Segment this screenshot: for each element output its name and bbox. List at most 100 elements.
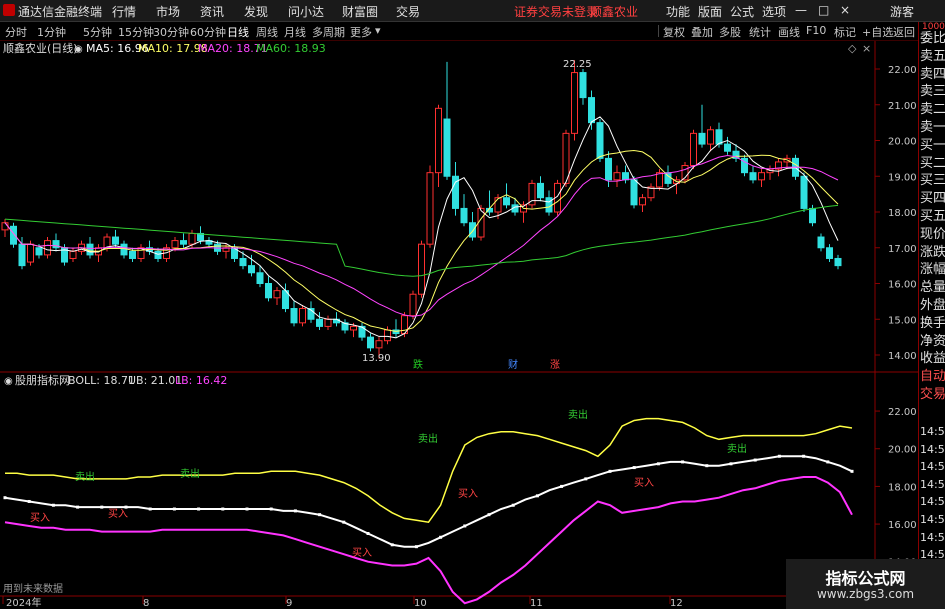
period-tab-intraday[interactable]: 分时 <box>5 24 27 40</box>
candle-body <box>545 197 553 213</box>
quote-row-7: 买二 <box>920 155 945 171</box>
x-axis-label-nov: 11 <box>530 598 543 609</box>
period-tab-more[interactable]: 更多 <box>350 24 372 40</box>
statistics-button[interactable]: 统计 <box>749 24 771 40</box>
marker-fall[interactable]: 跌 <box>413 358 423 371</box>
quote-row-9: 买四 <box>920 191 945 207</box>
period-tab-60min[interactable]: 60分钟 <box>190 24 226 40</box>
login-status[interactable]: 证券交易未登录 <box>514 3 598 20</box>
candle-body <box>639 197 646 206</box>
candle-body <box>409 293 417 317</box>
period-tab-5min[interactable]: 5分钟 <box>83 24 112 40</box>
candle-body <box>605 157 612 181</box>
boll-mid-dot <box>608 469 612 473</box>
chart-area[interactable]: 顺鑫农业(日线) ◉ MA5: 16.96 MA10: 17.98 MA20: … <box>0 41 918 609</box>
candle-body <box>69 250 77 259</box>
candle-body <box>435 107 442 174</box>
menu-item-quotes[interactable]: 行情 <box>112 3 136 20</box>
candle-body <box>367 336 374 349</box>
watermark-title: 指标公式网 <box>825 569 906 588</box>
period-tab-weekly[interactable]: 周线 <box>256 24 278 40</box>
candle-body <box>613 172 621 181</box>
period-toolbar: 分时 1分钟 5分钟 15分钟 30分钟 60分钟 日线 周线 月线 多周期 更… <box>0 22 945 41</box>
menu-item-function[interactable]: 功能 <box>666 3 690 20</box>
more-chevron-down-icon[interactable]: ▾ <box>375 24 381 37</box>
minimize-icon[interactable]: — <box>795 3 807 17</box>
menu-item-news[interactable]: 资讯 <box>200 3 224 20</box>
site-watermark: 指标公式网 www.zbgs3.com <box>786 559 945 609</box>
draw-line-button[interactable]: 画线 <box>778 24 800 40</box>
candle-body <box>35 247 43 256</box>
main-y-tick: 16.00 <box>888 280 917 291</box>
add-watchlist-button[interactable]: +自选 <box>862 24 893 40</box>
ma-toggle-icon[interactable]: ◉ <box>74 44 83 55</box>
adjust-button[interactable]: 复权 <box>663 24 685 40</box>
restore-icon[interactable]: □ <box>818 3 829 17</box>
candle-body <box>256 272 264 284</box>
indicator-toggle-icon[interactable]: ◉ <box>4 376 13 387</box>
f10-button[interactable]: F10 <box>806 24 826 37</box>
menu-item-discover[interactable]: 发现 <box>244 3 268 20</box>
candle-body <box>656 172 663 188</box>
ma60-label: MA60: 18.93 <box>256 42 326 55</box>
user-label[interactable]: 游客 <box>890 3 914 20</box>
boll-mid-dot <box>439 535 443 539</box>
quote-row-18: 收益 <box>920 351 945 367</box>
candle-body <box>800 175 808 209</box>
period-tab-15min[interactable]: 15分钟 <box>118 24 154 40</box>
marker-rise[interactable]: 涨 <box>550 359 560 371</box>
mark-button[interactable]: 标记 <box>834 24 856 40</box>
period-tab-daily[interactable]: 日线 <box>227 24 249 40</box>
x-axis-label-dec: 12 <box>670 598 683 609</box>
panel-close-icon[interactable]: × <box>862 42 871 55</box>
diamond-icon[interactable]: ◇ <box>848 42 857 55</box>
menu-item-ask-xiaoda[interactable]: 问小达 <box>288 3 324 20</box>
quote-row-5: 卖一 <box>920 120 945 135</box>
period-tab-30min[interactable]: 30分钟 <box>153 24 189 40</box>
candle-body <box>171 240 179 249</box>
period-tab-monthly[interactable]: 月线 <box>284 24 306 40</box>
boll-mid-dot <box>656 462 660 466</box>
marker-finance[interactable]: 财 <box>508 358 518 371</box>
menu-item-market[interactable]: 市场 <box>156 3 180 20</box>
indicator-name[interactable]: 股朋指标网 <box>15 373 70 387</box>
candle-body <box>290 308 298 324</box>
candle-body <box>758 172 765 181</box>
candle-body <box>188 232 196 245</box>
quote-row-17: 净资 <box>920 333 945 349</box>
boll-lower-band <box>4 476 853 605</box>
menu-item-layout[interactable]: 版面 <box>698 3 722 20</box>
boll-mid-dot <box>342 520 346 524</box>
boll-mid-dot <box>753 458 757 462</box>
candle-body <box>537 182 544 199</box>
menu-item-trade[interactable]: 交易 <box>396 3 420 20</box>
boll-mid-dot <box>390 543 394 547</box>
trade-time-6: 14:56 <box>920 530 945 544</box>
quote-row-19: 自动 <box>920 369 945 385</box>
multi-stock-button[interactable]: 多股 <box>719 24 741 40</box>
candle-body <box>571 72 578 134</box>
close-icon[interactable]: × <box>840 3 850 17</box>
menu-item-wealth-circle[interactable]: 财富圈 <box>342 3 378 20</box>
boll-mid-dot <box>414 545 418 549</box>
boll-mid-dot <box>197 507 201 511</box>
period-tab-1min[interactable]: 1分钟 <box>37 24 66 40</box>
quote-row-16: 换手 <box>920 315 945 331</box>
boll-mid-dot <box>850 469 854 473</box>
trade-time-5: 14:56 <box>920 513 945 526</box>
candle-body <box>273 290 281 299</box>
candle-body <box>103 236 111 249</box>
candle-body <box>749 172 757 181</box>
boll-mid-dot <box>27 499 31 503</box>
period-tab-multi[interactable]: 多周期 <box>312 24 345 40</box>
menu-item-options[interactable]: 选项 <box>762 3 786 20</box>
main-y-tick: 14.00 <box>888 351 917 362</box>
buy-signal-label: 买入 <box>30 512 50 524</box>
candle-body <box>579 72 587 99</box>
overlay-button[interactable]: 叠加 <box>691 24 713 40</box>
boll-mid-dot <box>511 503 515 507</box>
quote-row-11: 现价 <box>920 226 945 242</box>
boll-mid-dot <box>100 505 104 509</box>
back-button[interactable]: 返回 <box>893 24 915 40</box>
menu-item-formula[interactable]: 公式 <box>730 3 754 20</box>
